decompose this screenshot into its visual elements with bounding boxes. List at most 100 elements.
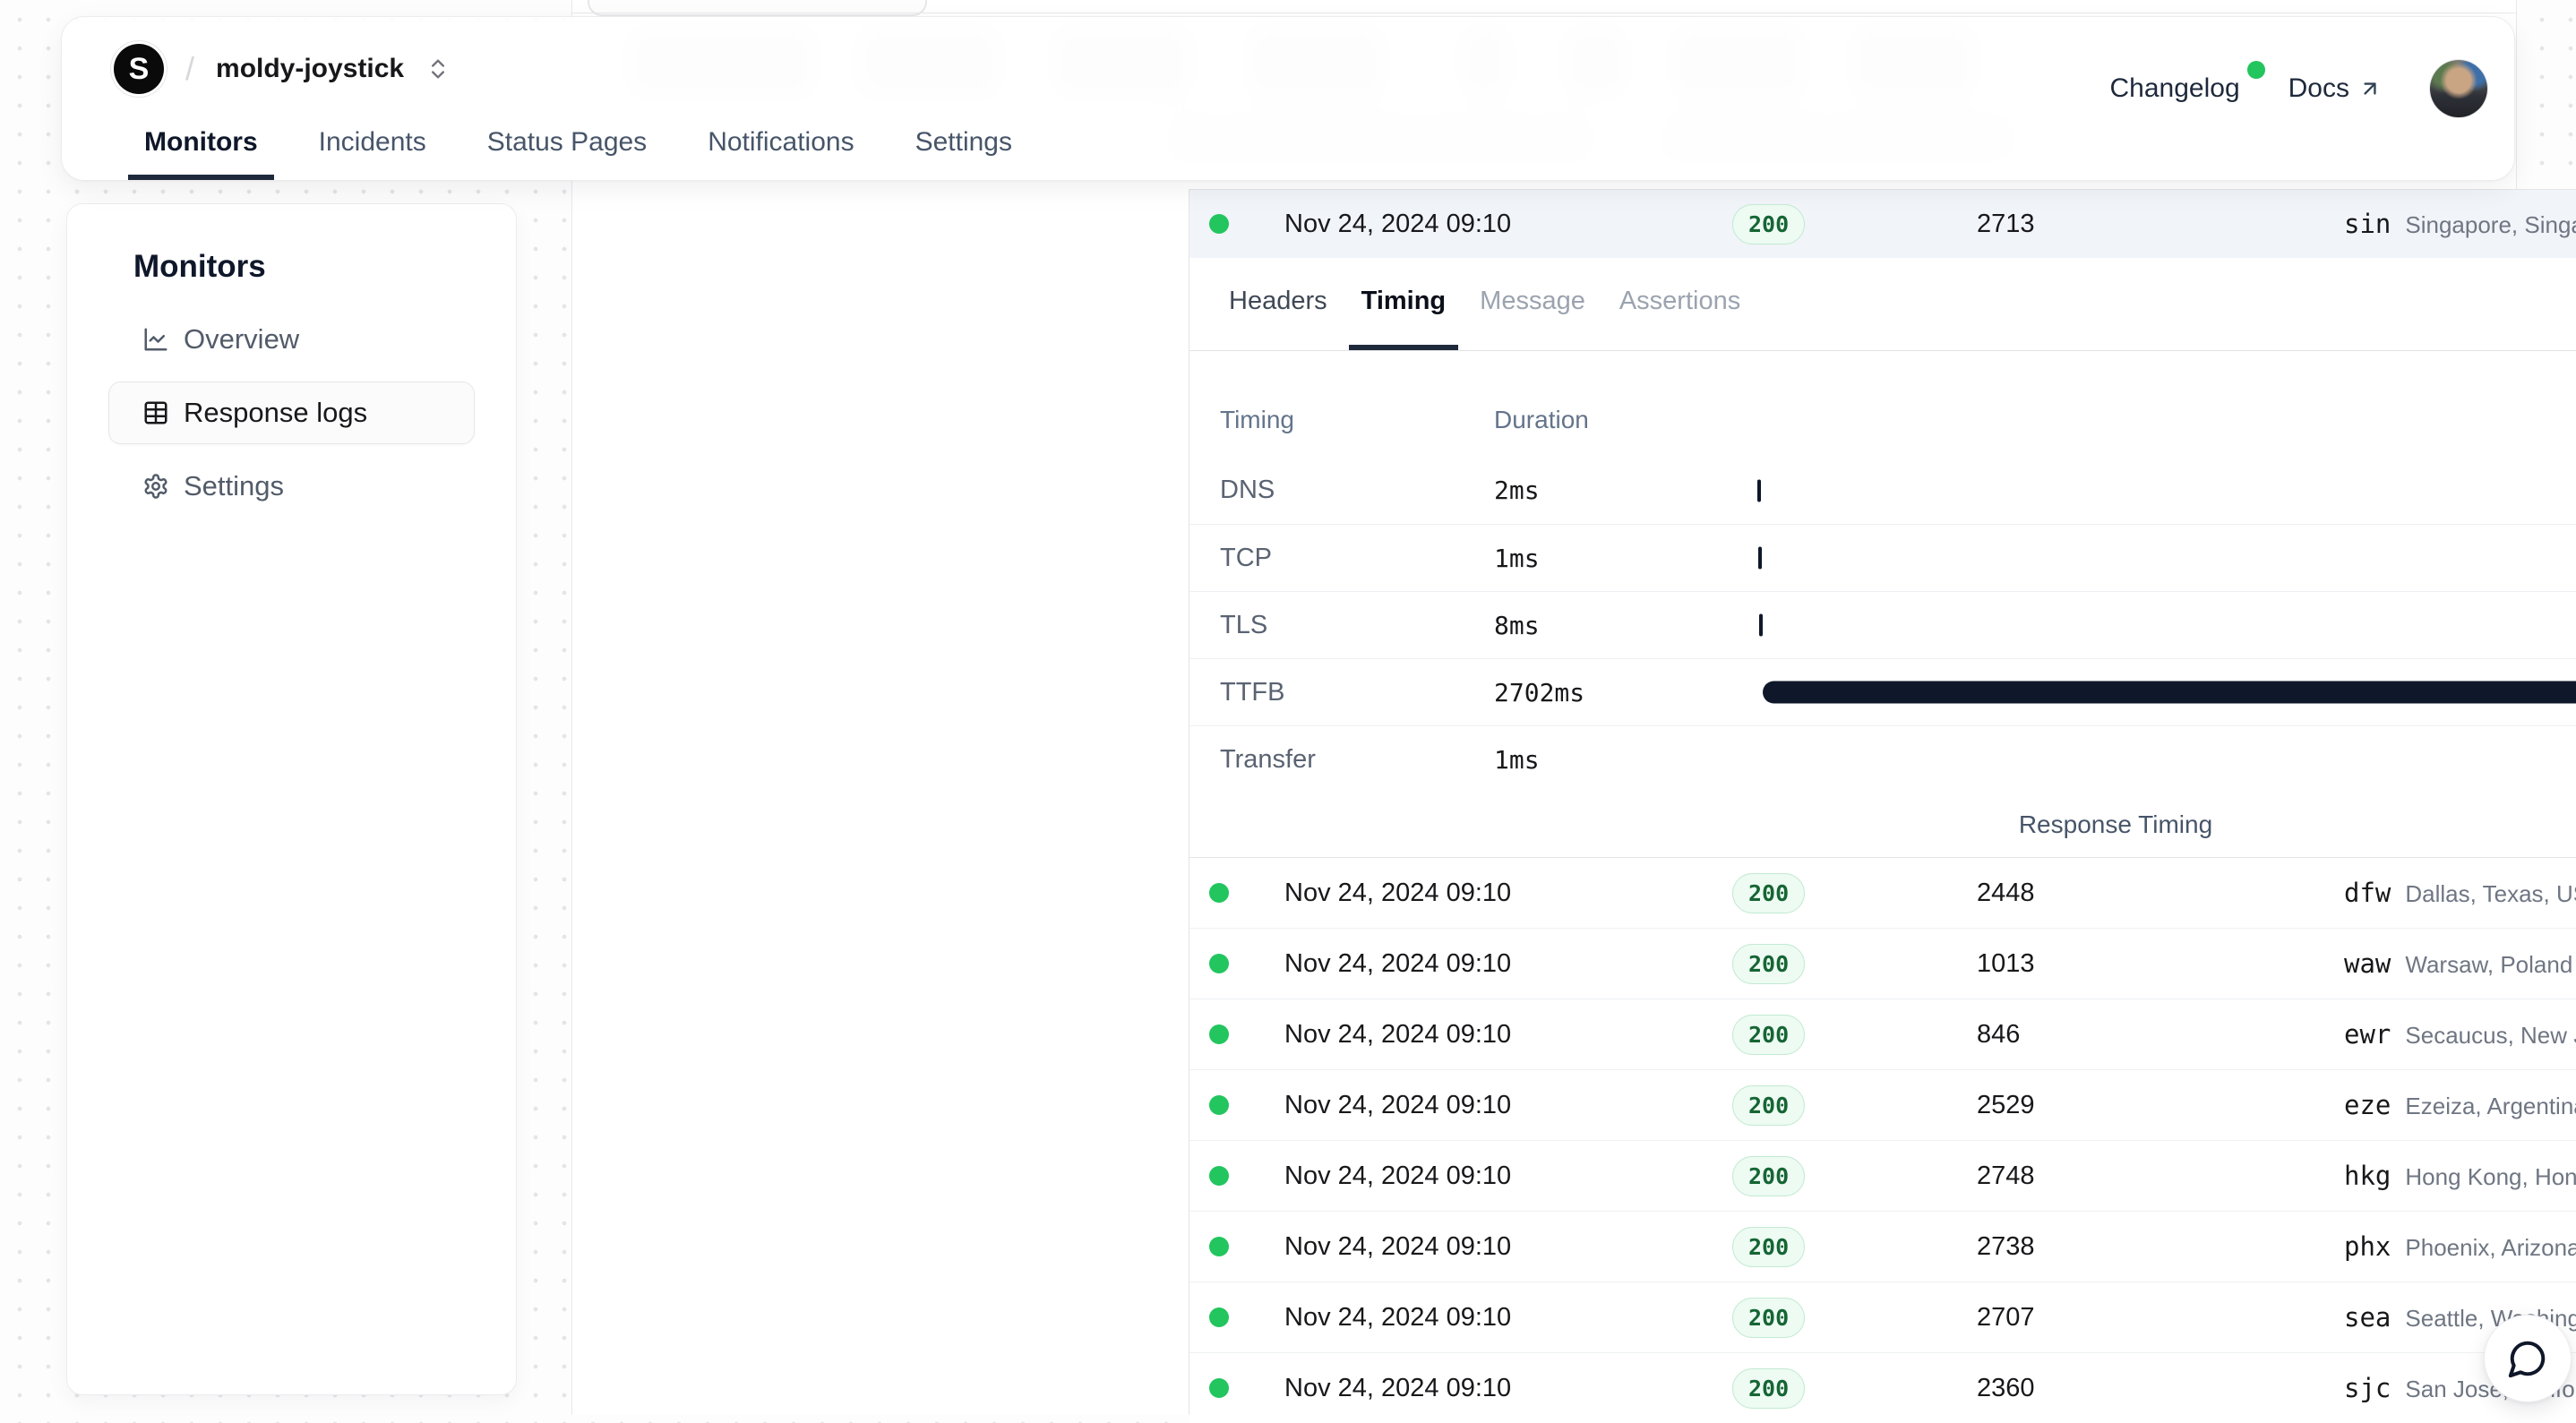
changelog-label: Changelog xyxy=(2110,73,2240,104)
header-breadcrumb: S / moldy-joystick xyxy=(114,40,451,98)
timing-duration-value: 1ms xyxy=(1494,544,1757,573)
timing-bar xyxy=(1763,681,2576,704)
sidebar-item-overview[interactable]: Overview xyxy=(108,308,475,371)
log-row[interactable]: Nov 24, 2024 09:10 200 2360 sjc San Jose… xyxy=(1189,1352,2576,1423)
response-log-panel: Nov 24, 2024 09:10 200 2713 sin Singapor… xyxy=(1189,189,2576,1415)
log-region: sin Singapore, Singapore xyxy=(2344,209,2576,239)
timing-phase-label: Transfer xyxy=(1220,745,1494,775)
nav-tab-incidents[interactable]: Incidents xyxy=(303,110,442,180)
timing-row: TCP 1ms xyxy=(1189,524,2576,591)
log-row[interactable]: Nov 24, 2024 09:10 200 2748 hkg Hong Kon… xyxy=(1189,1140,2576,1211)
log-latency: 2707 xyxy=(1974,1303,2344,1333)
docs-link[interactable]: Docs xyxy=(2288,73,2382,104)
scrolled-content-remnant xyxy=(588,0,927,16)
timing-row: Transfer 1ms xyxy=(1189,725,2576,793)
app-logo[interactable]: S xyxy=(114,44,164,94)
log-timestamp: Nov 24, 2024 09:10 xyxy=(1284,210,1732,239)
log-row[interactable]: Nov 24, 2024 09:10 200 846 ewr Secaucus,… xyxy=(1189,999,2576,1069)
log-timestamp: Nov 24, 2024 09:10 xyxy=(1284,1020,1732,1050)
status-dot xyxy=(1209,1237,1229,1256)
log-latency: 846 xyxy=(1974,1020,2344,1050)
region-code: waw xyxy=(2344,948,2391,979)
nav-tab-status-pages[interactable]: Status Pages xyxy=(471,110,663,180)
chevrons-up-down-icon[interactable] xyxy=(425,56,451,81)
status-code-badge: 200 xyxy=(1732,873,1805,913)
log-timestamp: Nov 24, 2024 09:10 xyxy=(1284,1162,1732,1191)
status-dot xyxy=(1209,954,1229,973)
log-latency: 2713 xyxy=(1974,210,2344,239)
timing-row: TLS 8ms xyxy=(1189,591,2576,658)
log-latency: 1013 xyxy=(1974,949,2344,979)
region-location: Phoenix, Arizona, USA xyxy=(2405,1234,2576,1262)
log-detail-panel: Headers Timing Message Assertions Timing… xyxy=(1189,258,2576,858)
timing-duration-value: 8ms xyxy=(1494,611,1757,640)
region-location: Singapore, Singapore xyxy=(2405,211,2576,239)
region-code: phx xyxy=(2344,1231,2391,1262)
timing-duration-value: 2702ms xyxy=(1494,678,1757,707)
timing-row: DNS 2ms xyxy=(1189,457,2576,524)
timing-bar-area xyxy=(1757,525,2576,591)
timing-bar-area xyxy=(1757,659,2576,725)
page: { "palette": { "status_dot_green": "#22C… xyxy=(0,0,2576,1415)
region-code: eze xyxy=(2344,1090,2391,1120)
region-code: sea xyxy=(2344,1302,2391,1333)
nav-tab-monitors[interactable]: Monitors xyxy=(128,110,274,180)
status-dot xyxy=(1209,214,1229,234)
changelog-link[interactable]: Changelog xyxy=(2110,73,2240,104)
sidebar-title: Monitors xyxy=(133,249,516,285)
tab-timing[interactable]: Timing xyxy=(1349,258,1459,350)
log-timestamp: Nov 24, 2024 09:10 xyxy=(1284,879,1732,908)
log-row[interactable]: Nov 24, 2024 09:10 200 2448 dfw Dallas, … xyxy=(1189,858,2576,928)
tab-headers[interactable]: Headers xyxy=(1216,258,1340,350)
log-region: ewr Secaucus, New Jersey, USA xyxy=(2344,1019,2576,1050)
status-dot xyxy=(1209,1166,1229,1186)
log-region: phx Phoenix, Arizona, USA xyxy=(2344,1231,2576,1262)
gear-icon xyxy=(142,473,169,500)
timing-phase-label: TLS xyxy=(1220,611,1494,640)
tab-message[interactable]: Message xyxy=(1467,258,1598,350)
log-row[interactable]: Nov 24, 2024 09:10 200 2529 eze Ezeiza, … xyxy=(1189,1069,2576,1140)
log-row[interactable]: Nov 24, 2024 09:10 200 2713 sin Singapor… xyxy=(1189,190,2576,258)
nav-tab-notifications[interactable]: Notifications xyxy=(691,110,870,180)
sidebar-item-label: Response logs xyxy=(184,397,367,429)
region-location: Ezeiza, Argentina xyxy=(2405,1093,2576,1120)
log-row[interactable]: Nov 24, 2024 09:10 200 1013 waw Warsaw, … xyxy=(1189,928,2576,999)
status-code-badge: 200 xyxy=(1732,1085,1805,1126)
region-code: sin xyxy=(2344,209,2391,239)
sidebar-item-settings[interactable]: Settings xyxy=(108,455,475,518)
region-location: Dallas, Texas, USA xyxy=(2405,880,2576,908)
response-timing-caption: Response Timing xyxy=(1189,793,2576,857)
log-latency: 2360 xyxy=(1974,1374,2344,1403)
log-region: waw Warsaw, Poland xyxy=(2344,948,2576,979)
status-dot xyxy=(1209,1378,1229,1398)
docs-label: Docs xyxy=(2288,73,2349,104)
duration-column-header: Duration xyxy=(1494,406,1757,434)
chat-fab-button[interactable] xyxy=(2484,1315,2572,1402)
workspace-name: moldy-joystick xyxy=(216,54,404,84)
sidebar: Monitors Overview Response logs Settings xyxy=(66,203,517,1395)
timing-duration-value: 1ms xyxy=(1494,745,1757,775)
timing-duration-value: 2ms xyxy=(1494,476,1757,505)
app-header: S / moldy-joystick Changelog Docs Monito… xyxy=(61,16,2515,181)
breadcrumb-separator: / xyxy=(185,50,194,88)
sidebar-item-response-logs[interactable]: Response logs xyxy=(108,381,475,444)
status-dot xyxy=(1209,883,1229,903)
tab-assertions[interactable]: Assertions xyxy=(1607,258,1753,350)
header-actions: Changelog Docs xyxy=(2110,60,2487,117)
sidebar-item-label: Settings xyxy=(184,470,284,502)
selected-log-row-slot: Nov 24, 2024 09:10 200 2713 sin Singapor… xyxy=(1189,190,2576,258)
region-code: sjc xyxy=(2344,1373,2391,1403)
region-location: Secaucus, New Jersey, USA xyxy=(2405,1022,2576,1050)
log-timestamp: Nov 24, 2024 09:10 xyxy=(1284,1232,1732,1262)
nav-tab-settings[interactable]: Settings xyxy=(899,110,1028,180)
log-row[interactable]: Nov 24, 2024 09:10 200 2738 phx Phoenix,… xyxy=(1189,1211,2576,1282)
user-avatar[interactable] xyxy=(2430,60,2487,117)
table-icon xyxy=(142,399,169,426)
region-location: Warsaw, Poland xyxy=(2405,951,2572,979)
timing-phase-label: DNS xyxy=(1220,476,1494,505)
timing-bar-area xyxy=(1757,457,2576,524)
log-detail-tabs: Headers Timing Message Assertions xyxy=(1189,258,2576,351)
timing-table: Timing Duration DNS 2ms TCP 1ms TLS 8ms … xyxy=(1189,351,2576,857)
log-row[interactable]: Nov 24, 2024 09:10 200 2707 sea Seattle,… xyxy=(1189,1282,2576,1352)
timing-bar xyxy=(1758,547,1762,570)
